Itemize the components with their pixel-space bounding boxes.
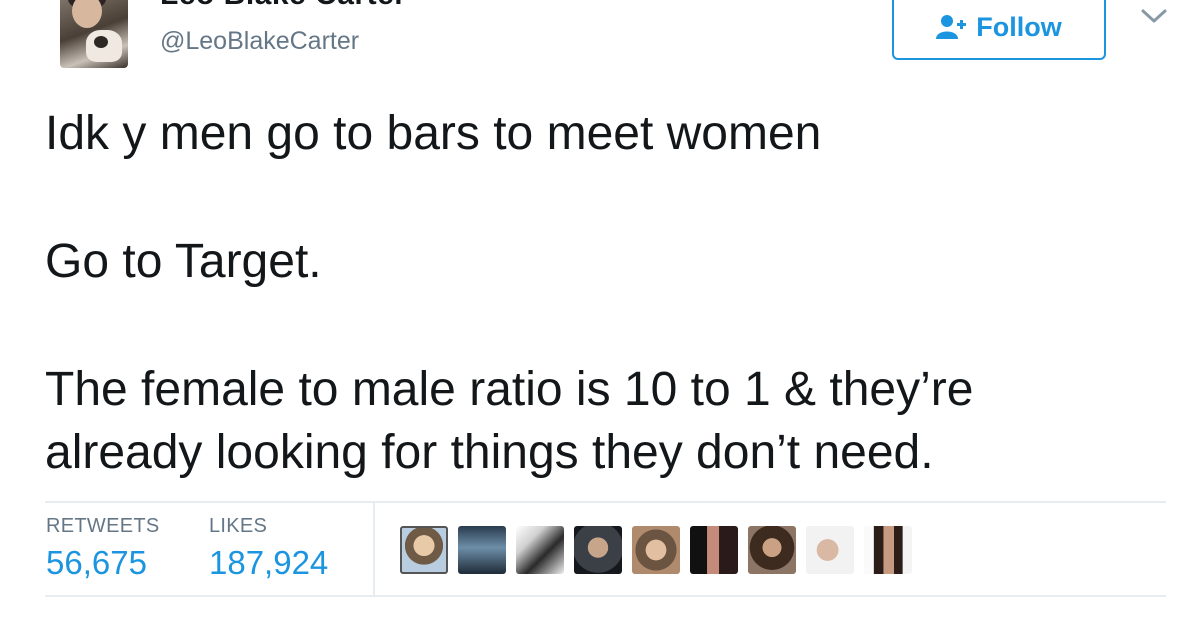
avatar-dog-spot xyxy=(94,36,108,48)
display-name[interactable]: Leo Blake Carter xyxy=(160,0,406,12)
liker-avatar[interactable] xyxy=(458,526,506,574)
stats-vertical-divider xyxy=(373,503,375,595)
stats-divider-top xyxy=(45,501,1166,503)
tweet-text-line: already looking for things they don’t ne… xyxy=(45,426,934,479)
retweets-label[interactable]: RETWEETS xyxy=(46,515,160,538)
liker-avatar[interactable] xyxy=(748,526,796,574)
follow-label: Follow xyxy=(976,11,1062,42)
liker-avatar[interactable] xyxy=(516,526,564,574)
likes-label[interactable]: LIKES xyxy=(209,515,267,538)
profile-avatar[interactable] xyxy=(60,0,128,68)
user-handle[interactable]: @LeoBlakeCarter xyxy=(160,27,359,56)
liker-avatar[interactable] xyxy=(864,526,912,574)
liker-avatar[interactable] xyxy=(806,526,854,574)
add-user-icon xyxy=(936,15,967,39)
tweet-text-line: The female to male ratio is 10 to 1 & th… xyxy=(45,363,974,416)
chevron-down-icon[interactable] xyxy=(1140,6,1168,26)
retweets-count[interactable]: 56,675 xyxy=(46,544,147,582)
stats-divider-bottom xyxy=(45,595,1166,597)
liker-avatar[interactable] xyxy=(632,526,680,574)
tweet-text-line: Idk y men go to bars to meet women xyxy=(45,107,822,160)
follow-button[interactable]: Follow xyxy=(892,0,1106,60)
liker-avatar[interactable] xyxy=(690,526,738,574)
avatar-face xyxy=(72,0,102,28)
liker-avatar[interactable] xyxy=(400,526,448,574)
tweet-text-line: Go to Target. xyxy=(45,235,322,288)
liker-avatar[interactable] xyxy=(574,526,622,574)
likes-count[interactable]: 187,924 xyxy=(209,544,328,582)
